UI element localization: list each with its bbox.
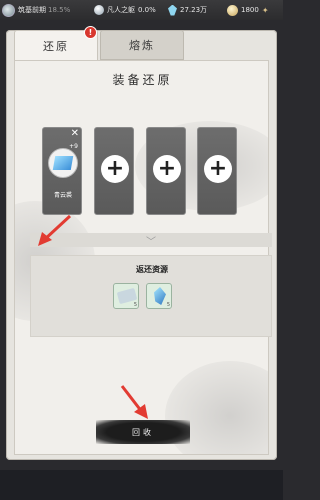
- coin-amount: 1800: [241, 6, 259, 14]
- bottom-background: [0, 470, 283, 500]
- recycle-button[interactable]: 回收: [96, 420, 190, 444]
- resource-item-scroll[interactable]: 5: [113, 283, 139, 309]
- tab-smelt[interactable]: 熔炼: [100, 30, 184, 60]
- stage-progress: 0.0%: [138, 6, 156, 14]
- realm-label: 筑基前期: [18, 6, 46, 14]
- return-resources-box: 返还资源 5 5: [30, 255, 272, 337]
- equipment-slot-empty[interactable]: +: [146, 127, 186, 215]
- tab-smelt-label: 熔炼: [129, 39, 155, 52]
- close-icon[interactable]: ✕: [71, 128, 79, 139]
- resource-qty: 5: [166, 302, 170, 308]
- equipment-slot-empty[interactable]: +: [94, 127, 134, 215]
- add-item-icon: +: [153, 155, 181, 183]
- crystal-amount: 27.23万: [180, 6, 208, 14]
- annotation-arrow-icon: [120, 385, 148, 419]
- coin-icon: [227, 4, 238, 16]
- stage-label: 凡人之躯: [107, 6, 135, 14]
- add-item-icon: +: [204, 155, 232, 183]
- recycle-button-label: 回收: [132, 427, 154, 437]
- annotation-arrow-icon: [38, 214, 72, 246]
- realm-status[interactable]: 筑基前期 18.5%: [2, 3, 70, 17]
- crystal-icon: [154, 287, 166, 305]
- tab-restore-label: 还原: [43, 39, 69, 53]
- item-level: +9: [69, 143, 78, 150]
- realm-progress: 18.5%: [48, 6, 71, 14]
- chevron-down-icon: ﹀: [146, 236, 156, 248]
- equipment-slot-filled[interactable]: ✕ +9 青云裘: [42, 127, 82, 215]
- section-title: 装备还原: [112, 73, 173, 87]
- resource-qty: 5: [133, 302, 137, 308]
- coin-currency[interactable]: 1800 ✦: [227, 3, 269, 17]
- return-resources-title: 返还资源: [136, 265, 168, 274]
- add-coin-icon[interactable]: ✦: [262, 6, 269, 15]
- crystal-currency[interactable]: 27.23万: [168, 3, 207, 17]
- avatar[interactable]: [2, 3, 15, 17]
- add-item-icon: +: [101, 155, 129, 183]
- item-name: 青云裘: [53, 192, 72, 199]
- top-status-bar: 筑基前期 18.5% 凡人之躯 0.0% 27.23万 1800 ✦: [0, 0, 283, 20]
- resource-item-crystal[interactable]: 5: [146, 283, 172, 309]
- orb-icon: [94, 5, 104, 15]
- notification-badge: !: [84, 26, 97, 39]
- crystal-icon: [168, 4, 177, 16]
- stage-status[interactable]: 凡人之躯 0.0%: [94, 3, 156, 17]
- armor-item-icon: [48, 148, 78, 178]
- equipment-slot-empty[interactable]: +: [197, 127, 237, 215]
